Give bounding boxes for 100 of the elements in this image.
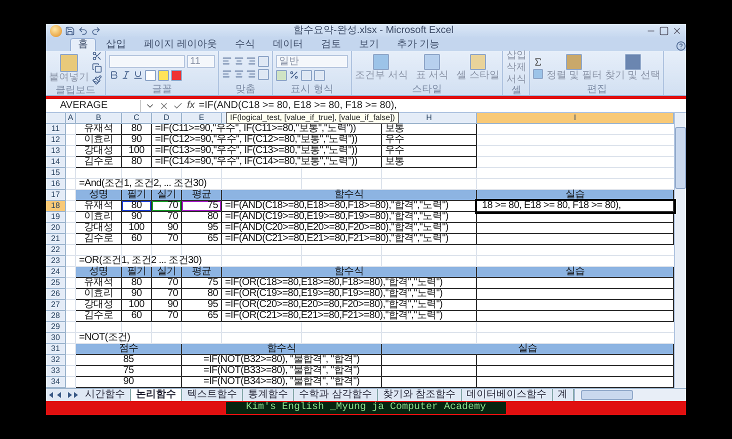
column-header[interactable]: I bbox=[477, 113, 674, 124]
row-number[interactable]: 34 bbox=[46, 377, 66, 388]
table-cell: 90 bbox=[152, 223, 182, 234]
table-cell: 90 bbox=[122, 212, 152, 223]
row-number[interactable]: 24 bbox=[46, 267, 66, 278]
column-header[interactable]: B bbox=[76, 113, 122, 124]
row-number[interactable]: 17 bbox=[46, 190, 66, 201]
ribbon-tab[interactable]: 홈 bbox=[70, 38, 96, 51]
column-heading: 함수식 bbox=[222, 267, 477, 278]
row-number[interactable]: 27 bbox=[46, 300, 66, 311]
table-cell: 우수 bbox=[382, 135, 477, 146]
group-label: 맞춤 bbox=[234, 84, 256, 95]
sheet-tab[interactable]: 데이터베이스함수 bbox=[462, 389, 553, 401]
row-number[interactable]: 16 bbox=[46, 179, 66, 190]
row-number[interactable]: 26 bbox=[46, 289, 66, 300]
table-cell: 75 bbox=[76, 366, 182, 377]
name-box[interactable]: AVERAGE bbox=[46, 100, 141, 112]
row-number[interactable]: 13 bbox=[46, 146, 66, 157]
table-cell: 80 bbox=[182, 212, 222, 223]
table-cell: =IF(AND(C19>=80,E19>=80,F19>=80),"합격","노력") bbox=[222, 212, 477, 223]
row-number[interactable]: 30 bbox=[46, 333, 66, 344]
ribbon-tab[interactable]: 데이터 bbox=[264, 38, 311, 51]
table-cell: 90 bbox=[76, 377, 182, 388]
row-number[interactable]: 28 bbox=[46, 311, 66, 322]
row-number[interactable]: 12 bbox=[46, 135, 66, 146]
table-cell: 100 bbox=[122, 146, 152, 157]
table-cell: 70 bbox=[152, 311, 182, 322]
row-number[interactable]: 33 bbox=[46, 366, 66, 377]
section-title: =And(조건1, 조건2, ... 조건30) bbox=[78, 179, 208, 190]
row-number[interactable]: 21 bbox=[46, 234, 66, 245]
table-cell: 김수로 bbox=[76, 234, 122, 245]
table-cell: 보통 bbox=[382, 157, 477, 168]
table-cell: 80 bbox=[122, 124, 152, 135]
ribbon-tab[interactable]: 수식 bbox=[226, 38, 263, 51]
row-number[interactable]: 29 bbox=[46, 322, 66, 333]
sheet-tab[interactable]: 논리함수 bbox=[131, 389, 182, 401]
ribbon-tab[interactable]: 보기 bbox=[350, 38, 387, 51]
column-header[interactable]: C bbox=[122, 113, 152, 124]
table-cell: 김수로 bbox=[76, 157, 122, 168]
table-cell: 보통 bbox=[382, 124, 477, 135]
table-cell: =IF(OR(C18>=80,E18>=80,F18>=80),"합격","노력") bbox=[222, 278, 477, 289]
table-cell: 우수 bbox=[382, 146, 477, 157]
table-cell: 60 bbox=[122, 311, 152, 322]
sheet-tab[interactable]: 계 bbox=[552, 389, 574, 401]
table-cell: 60 bbox=[122, 234, 152, 245]
formula-field[interactable]: =IF(AND(C18 >= 80, E18 >= 80, F18 >= 80), bbox=[198, 100, 686, 112]
ribbon-tab[interactable]: 검토 bbox=[312, 38, 349, 51]
table-cell: 70 bbox=[152, 278, 182, 289]
table-cell: 김수로 bbox=[76, 311, 122, 322]
ribbon-tab[interactable]: 삽입 bbox=[98, 38, 134, 51]
row-number[interactable]: 20 bbox=[46, 223, 66, 234]
row-number[interactable]: 18 bbox=[46, 201, 66, 212]
row-number[interactable]: 11 bbox=[46, 124, 66, 135]
column-heading: 성명 bbox=[76, 267, 122, 278]
group-label: 글꼴 bbox=[151, 84, 173, 95]
row-number[interactable]: 19 bbox=[46, 212, 66, 223]
row-number[interactable]: 15 bbox=[46, 168, 66, 179]
table-cell: 유재석 bbox=[76, 278, 122, 289]
table-cell: 75 bbox=[182, 278, 222, 289]
ribbon-tab[interactable]: 페이지 레이아웃 bbox=[136, 38, 225, 51]
table-cell: 65 bbox=[182, 234, 222, 245]
table-cell: 65 bbox=[182, 311, 222, 322]
section-title: =NOT(조건) bbox=[78, 333, 132, 344]
table-cell: 유재석 bbox=[76, 201, 122, 212]
table-cell: =IF(AND(C21>=80,E21>=80,F21>=80),"합격","노력") bbox=[222, 234, 477, 245]
table-cell: 100 bbox=[122, 223, 152, 234]
column-header[interactable]: D bbox=[152, 113, 182, 124]
table-cell: =IF(C12>=90,"우수", IF(C12>=80,"보통","노력")) bbox=[152, 135, 382, 146]
table-cell: =IF(OR(C20>=80,E20>=80,F20>=80),"합격","노력") bbox=[222, 300, 477, 311]
table-cell: 이효리 bbox=[76, 212, 122, 223]
column-heading: 실습 bbox=[477, 267, 674, 278]
table-cell: =IF(NOT(B33>=80), "불합격", "합격") bbox=[182, 366, 382, 377]
group-label: 클립보드 bbox=[54, 85, 96, 96]
row-number[interactable]: 22 bbox=[46, 245, 66, 256]
row-number[interactable]: 14 bbox=[46, 157, 66, 168]
table-cell: 유재석 bbox=[76, 124, 122, 135]
table-cell: 이효리 bbox=[76, 135, 122, 146]
group-label: 스타일 bbox=[411, 84, 444, 95]
table-cell: =IF(OR(C19>=80,E19>=80,F19>=80),"합격","노력") bbox=[222, 289, 477, 300]
row-number[interactable]: 32 bbox=[46, 355, 66, 366]
group-label: 셀 bbox=[510, 85, 522, 96]
table-cell: =IF(C14>=90,"우수", IF(C14>=80,"보통","노력")) bbox=[152, 157, 382, 168]
table-cell: 80 bbox=[122, 157, 152, 168]
table-cell: =IF(OR(C21>=80,E21>=80,F21>=80),"합격","노력") bbox=[222, 311, 477, 322]
table-cell: 95 bbox=[182, 300, 222, 311]
column-heading: 성명 bbox=[76, 190, 122, 201]
ribbon-tab[interactable]: 추가 기능 bbox=[388, 38, 448, 51]
row-number[interactable]: 31 bbox=[46, 344, 66, 355]
table-cell: 강대성 bbox=[76, 223, 122, 234]
column-heading: 실기 bbox=[152, 267, 182, 278]
caption-banner: Kim's English _Myung ja Computer Academy bbox=[226, 402, 506, 414]
table-cell: 70 bbox=[152, 201, 182, 212]
table-cell: 70 bbox=[152, 234, 182, 245]
row-number[interactable]: 23 bbox=[46, 256, 66, 267]
window-title: 함수요약-완성.xlsx - Microsoft Excel bbox=[292, 25, 454, 37]
column-header[interactable]: A bbox=[66, 113, 76, 124]
column-header[interactable]: E bbox=[182, 113, 222, 124]
insert-function-button[interactable]: fx bbox=[187, 100, 195, 111]
table-cell: 강대성 bbox=[76, 146, 122, 157]
row-number[interactable]: 25 bbox=[46, 278, 66, 289]
